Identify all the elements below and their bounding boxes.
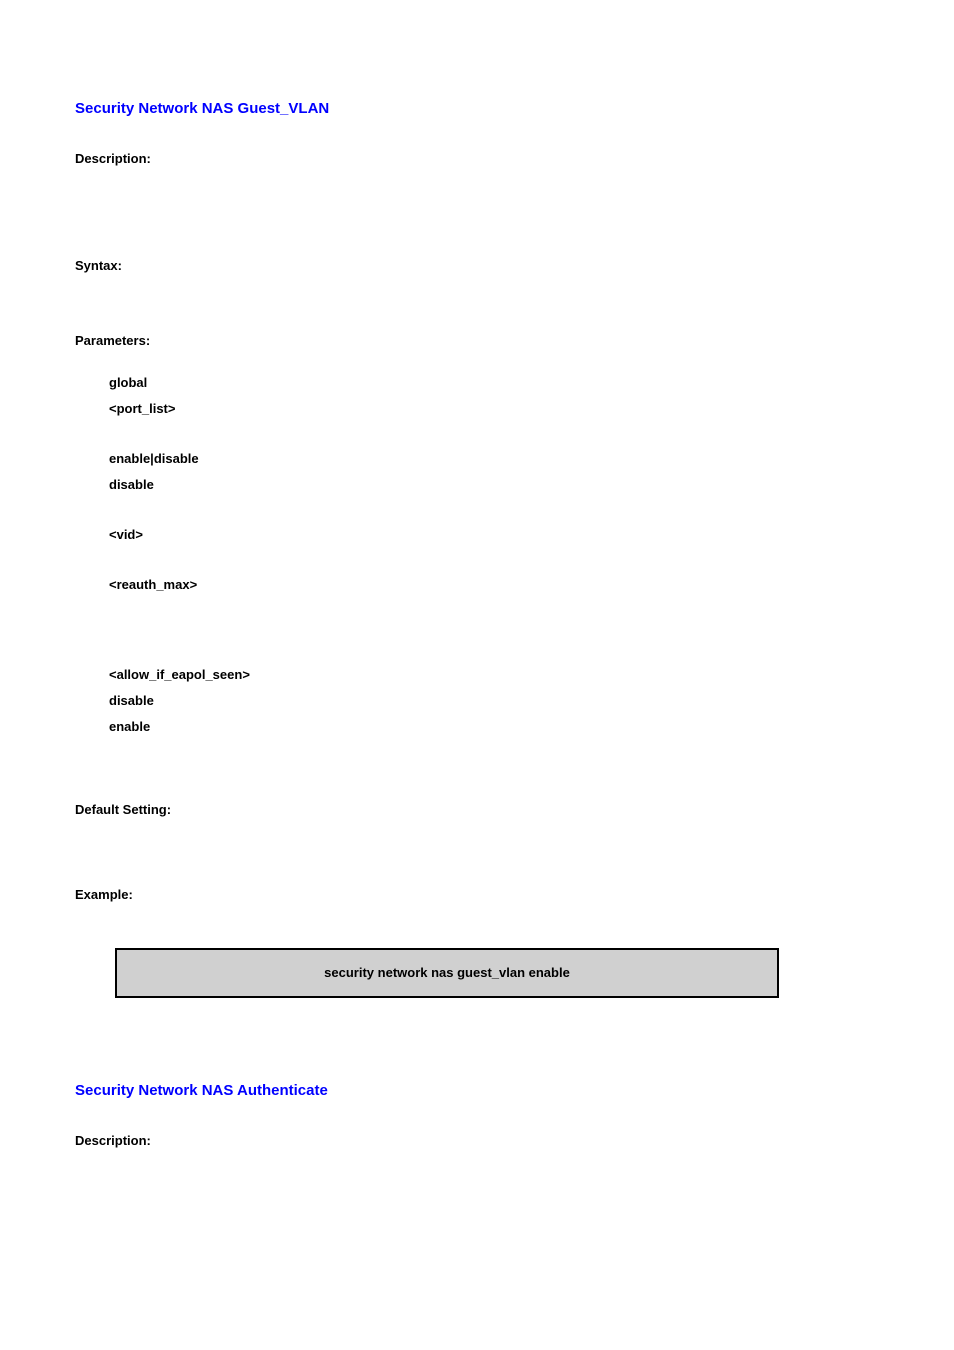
example-label: Example: <box>75 887 879 902</box>
param-reauth-max: <reauth_max> <box>109 572 879 598</box>
example-code-text: security network nas guest_vlan enable <box>324 965 570 980</box>
param-vid: <vid> <box>109 522 879 548</box>
parameters-block: global <port_list> enable|disable disabl… <box>109 370 879 740</box>
param-global: global <box>109 370 879 396</box>
default-setting-label: Default Setting: <box>75 802 879 817</box>
section-guest-vlan: Security Network NAS Guest_VLAN Descript… <box>75 100 879 998</box>
param-allow-if-eapol-seen: <allow_if_eapol_seen> <box>109 662 879 688</box>
description-label: Description: <box>75 151 879 166</box>
example-code-box: security network nas guest_vlan enable <box>115 948 779 998</box>
param-enable: enable <box>109 714 879 740</box>
section-authenticate: Security Network NAS Authenticate Descri… <box>75 1082 879 1148</box>
section-title-2: Security Network NAS Authenticate <box>75 1082 879 1099</box>
section-title: Security Network NAS Guest_VLAN <box>75 100 879 117</box>
param-enable-disable: enable|disable <box>109 446 879 472</box>
param-disable: disable <box>109 472 879 498</box>
description-label-2: Description: <box>75 1133 879 1148</box>
parameters-label: Parameters: <box>75 333 879 348</box>
param-port-list: <port_list> <box>109 396 879 422</box>
param-disable-2: disable <box>109 688 879 714</box>
syntax-label: Syntax: <box>75 258 879 273</box>
